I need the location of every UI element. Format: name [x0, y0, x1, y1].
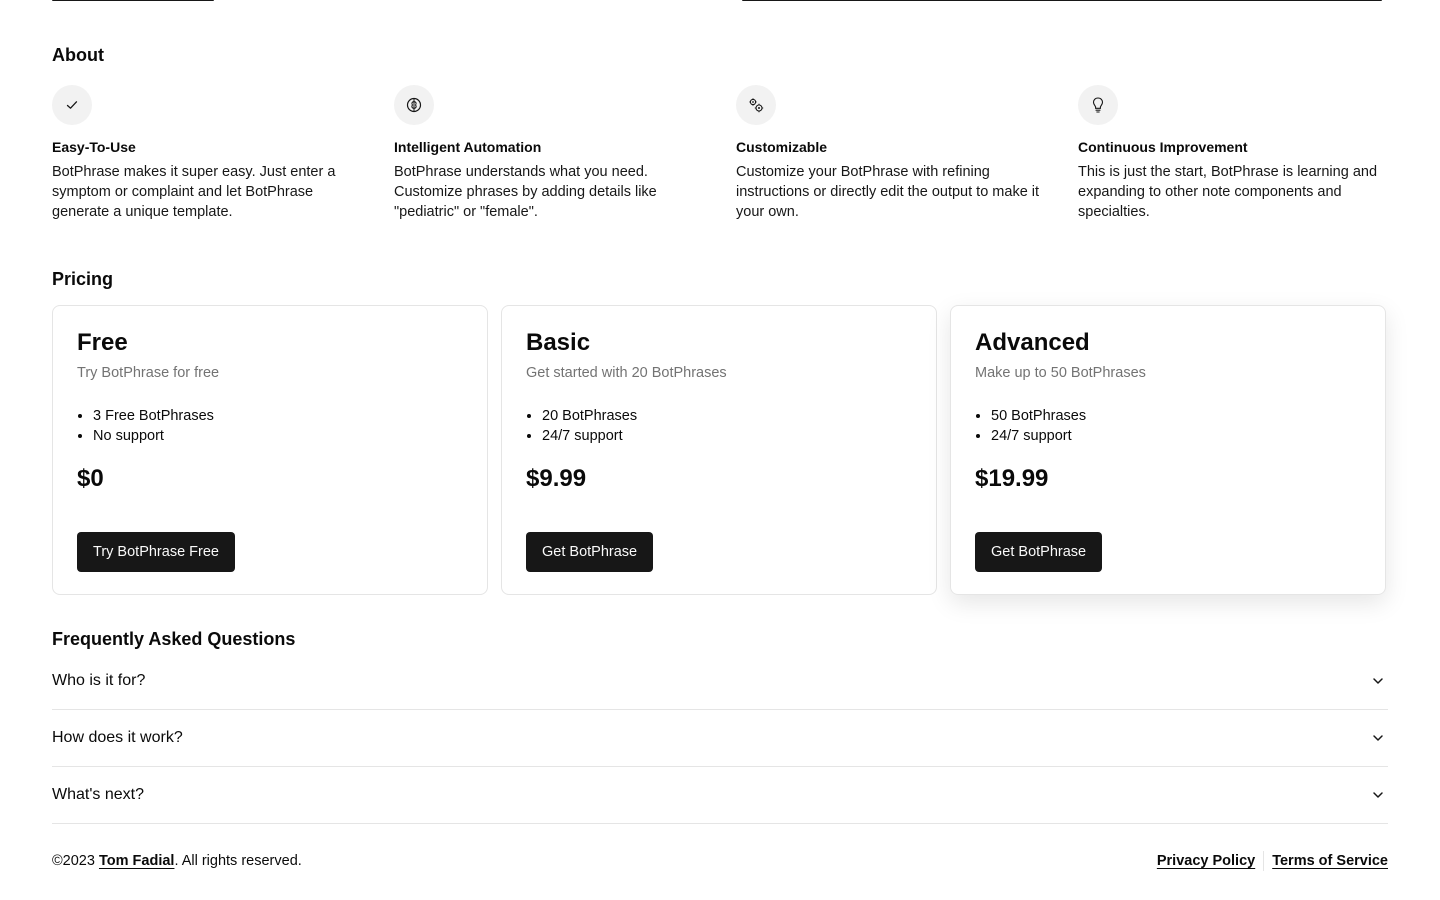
feature-customizable: Customizable Customize your BotPhrase wi… [736, 85, 1046, 222]
faq-item-how[interactable]: How does it work? [52, 710, 1388, 767]
copyright-prefix: ©2023 [52, 853, 99, 869]
check-icon [52, 85, 92, 125]
about-heading: About [52, 45, 104, 65]
cogs-icon [736, 85, 776, 125]
feature-text: BotPhrase understands what you need. Cus… [394, 164, 657, 220]
faq-heading: Frequently Asked Questions [52, 629, 296, 649]
plan-card-basic: Basic Get started with 20 BotPhrases 20 … [501, 305, 937, 595]
feature-title: Continuous Improvement [1078, 139, 1248, 155]
feature-intelligent-automation: Intelligent Automation BotPhrase underst… [394, 85, 704, 222]
faq-question: Who is it for? [52, 672, 146, 689]
feature-list: Easy-To-Use BotPhrase makes it super eas… [52, 85, 1388, 222]
lightbulb-icon [1078, 85, 1118, 125]
author-link[interactable]: Tom Fadial [99, 853, 174, 869]
plan-feature-list: 20 BotPhrases 24/7 support [526, 406, 912, 446]
plan-description: Try BotPhrase for free [77, 365, 220, 381]
footer-divider [1263, 851, 1265, 871]
copyright: ©2023 Tom Fadial. All rights reserved. [52, 851, 302, 871]
feature-easy-to-use: Easy-To-Use BotPhrase makes it super eas… [52, 85, 362, 222]
try-free-button[interactable]: Try BotPhrase Free [77, 532, 235, 572]
plan-name: Basic [526, 329, 591, 356]
footer-links: Privacy Policy Terms of Service [1157, 851, 1388, 871]
plan-price: $0 [77, 465, 104, 492]
feature-text: BotPhrase makes it super easy. Just ente… [52, 164, 336, 220]
plan-feature: 24/7 support [542, 426, 912, 446]
plan-price: $9.99 [526, 465, 587, 492]
footer: ©2023 Tom Fadial. All rights reserved. P… [52, 851, 1388, 871]
faq-question: How does it work? [52, 729, 183, 746]
faq-item-next[interactable]: What's next? [52, 767, 1388, 824]
plan-card-advanced: Advanced Make up to 50 BotPhrases 50 Bot… [950, 305, 1386, 595]
plan-feature: 24/7 support [991, 426, 1361, 446]
copyright-suffix: . All rights reserved. [174, 853, 302, 869]
feature-title: Easy-To-Use [52, 139, 136, 155]
privacy-policy-link[interactable]: Privacy Policy [1157, 851, 1255, 871]
feature-text: This is just the start, BotPhrase is lea… [1078, 164, 1378, 220]
previous-section-button-edge [52, 0, 214, 1]
chevron-down-icon [1373, 678, 1383, 684]
plan-feature-list: 3 Free BotPhrases No support [77, 406, 463, 446]
terms-of-service-link[interactable]: Terms of Service [1272, 851, 1388, 871]
feature-text: Customize your BotPhrase with refining i… [736, 164, 1040, 220]
plan-feature: No support [93, 426, 463, 446]
plan-feature: 20 BotPhrases [542, 406, 912, 426]
faq-accordion: Who is it for? How does it work? What's … [52, 653, 1388, 824]
plan-description: Make up to 50 BotPhrases [975, 365, 1146, 381]
pricing-heading: Pricing [52, 269, 114, 289]
feature-continuous-improvement: Continuous Improvement This is just the … [1078, 85, 1388, 222]
chevron-down-icon [1373, 735, 1383, 741]
plan-card-free: Free Try BotPhrase for free 3 Free BotPh… [52, 305, 488, 595]
pricing-plans: Free Try BotPhrase for free 3 Free BotPh… [52, 305, 1388, 595]
plan-feature: 50 BotPhrases [991, 406, 1361, 426]
feature-title: Intelligent Automation [394, 139, 542, 155]
brain-icon [394, 85, 434, 125]
plan-name: Free [77, 329, 128, 356]
plan-name: Advanced [975, 329, 1090, 356]
previous-section-input-edge [742, 0, 1382, 1]
plan-feature-list: 50 BotPhrases 24/7 support [975, 406, 1361, 446]
get-basic-button[interactable]: Get BotPhrase [526, 532, 654, 572]
chevron-down-icon [1373, 792, 1383, 798]
get-advanced-button[interactable]: Get BotPhrase [975, 532, 1103, 572]
plan-description: Get started with 20 BotPhrases [526, 365, 727, 381]
feature-title: Customizable [736, 139, 828, 155]
plan-feature: 3 Free BotPhrases [93, 406, 463, 426]
plan-price: $19.99 [975, 465, 1049, 492]
faq-item-who[interactable]: Who is it for? [52, 653, 1388, 710]
faq-question: What's next? [52, 786, 144, 803]
